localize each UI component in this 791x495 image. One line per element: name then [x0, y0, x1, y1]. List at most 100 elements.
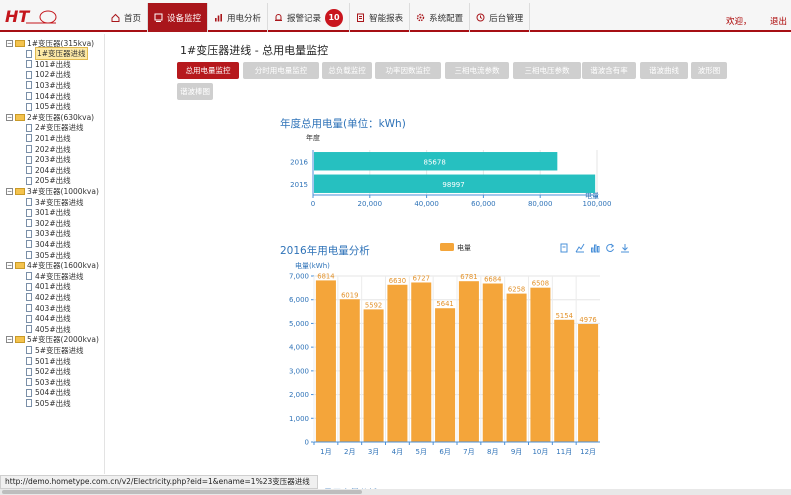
x-tick-label: 8月 [487, 448, 498, 456]
tree-leaf[interactable]: 402#出线 [26, 292, 71, 302]
y-tick-label: 0 [305, 439, 309, 447]
document-icon [26, 81, 32, 90]
tree-leaf[interactable]: 2#变压器进线 [26, 123, 84, 133]
tree-leaf[interactable]: 203#出线 [26, 155, 71, 165]
tree-node-label: 305#出线 [35, 250, 71, 260]
gear-icon [416, 13, 425, 22]
tree-leaf[interactable]: 303#出线 [26, 229, 71, 239]
tree-leaf[interactable]: 305#出线 [26, 250, 71, 260]
bar-11月[interactable] [554, 319, 575, 442]
line-chart-icon[interactable] [575, 243, 585, 253]
tree-leaf[interactable]: 503#出线 [26, 377, 71, 387]
tree-leaf[interactable]: 3#变压器进线 [26, 197, 84, 207]
admin-icon [476, 13, 485, 22]
bar-5月[interactable] [411, 282, 432, 442]
nav-item-1[interactable]: 设备监控 [148, 3, 209, 32]
bar-12月[interactable] [578, 323, 599, 442]
scrollbar-thumb[interactable] [2, 490, 362, 494]
collapse-toggle-icon[interactable]: − [6, 187, 13, 195]
tree-group[interactable]: − 4#变压器(1600kva) [6, 261, 99, 271]
nav-item-5[interactable]: 系统配置 [410, 3, 471, 32]
tree-group[interactable]: − 3#变压器(1000kva) [6, 186, 99, 196]
x-tick-label: 20,000 [358, 200, 383, 208]
y-axis-title: 电量(kWh) [295, 261, 330, 270]
logout-link[interactable]: 退出 [770, 15, 787, 27]
document-icon [26, 325, 32, 334]
collapse-toggle-icon[interactable]: − [6, 39, 13, 47]
x-tick-label: 9月 [511, 448, 522, 456]
collapse-toggle-icon[interactable]: − [6, 113, 13, 121]
tree-leaf[interactable]: 403#出线 [26, 303, 71, 313]
tree-group[interactable]: − 5#变压器(2000kva) [6, 335, 99, 345]
tab-7[interactable]: 谐波曲线 [640, 62, 688, 79]
tree-leaf[interactable]: 201#出线 [26, 133, 71, 143]
tree-leaf[interactable]: 204#出线 [26, 165, 71, 175]
tree-leaf[interactable]: 202#出线 [26, 144, 71, 154]
bar-3月[interactable] [363, 309, 384, 442]
tree-leaf[interactable]: 404#出线 [26, 314, 71, 324]
tree-group[interactable]: − 2#变压器(630kva) [6, 112, 94, 122]
tree-node-label: 104#出线 [35, 91, 71, 101]
tree-node-label: 5#变压器(2000kva) [27, 335, 99, 345]
document-icon [26, 293, 32, 302]
collapse-toggle-icon[interactable]: − [6, 262, 13, 270]
bar-1月[interactable] [315, 280, 336, 442]
nav-item-3[interactable]: 报警记录 10 [268, 3, 351, 32]
tree-node-label: 3#变压器进线 [35, 197, 84, 207]
nav-item-6[interactable]: 后台管理 [470, 3, 531, 32]
tree-leaf[interactable]: 205#出线 [26, 176, 71, 186]
restore-icon[interactable] [606, 243, 615, 253]
tree-leaf[interactable]: 101#出线 [26, 59, 71, 69]
bar-value-label: 4976 [579, 316, 596, 324]
tab-2[interactable]: 总负载监控 [322, 62, 372, 79]
tree-leaf[interactable]: 4#变压器进线 [26, 271, 84, 281]
tab-8[interactable]: 波形图 [691, 62, 727, 79]
tree-leaf[interactable]: 405#出线 [26, 324, 71, 334]
save-icon[interactable] [621, 244, 629, 253]
bar-2月[interactable] [339, 299, 360, 442]
nav-item-label: 用电分析 [227, 13, 262, 24]
document-icon [26, 92, 32, 100]
nav-item-2[interactable]: 用电分析 [208, 3, 269, 32]
tree-leaf[interactable]: 501#出线 [26, 356, 71, 366]
tree-leaf[interactable]: 301#出线 [26, 208, 71, 218]
horizontal-scrollbar[interactable] [0, 489, 791, 495]
nav-item-label: 设备监控 [167, 13, 202, 24]
bar-8月[interactable] [482, 283, 503, 442]
tree-leaf[interactable]: 505#出线 [26, 398, 71, 408]
tab-3[interactable]: 功率因数监控 [375, 62, 441, 79]
tab-9[interactable]: 谐波棒图 [177, 83, 213, 100]
tab-5[interactable]: 三相电压参数 [513, 62, 581, 79]
bar-chart-icon[interactable] [591, 244, 600, 253]
tree-leaf[interactable]: 102#出线 [26, 70, 71, 80]
nav-item-0[interactable]: 首页 [105, 3, 149, 32]
y-tick-label: 2015 [290, 181, 308, 189]
bar-10月[interactable] [530, 287, 551, 442]
tab-1[interactable]: 分时用电量监控 [243, 62, 319, 79]
bar-value-label: 6684 [484, 275, 501, 283]
bar-9月[interactable] [506, 293, 527, 442]
tree-leaf[interactable]: 304#出线 [26, 239, 71, 249]
tree-leaf[interactable]: 104#出线 [26, 91, 71, 101]
legend-swatch[interactable] [440, 243, 454, 251]
bar-7月[interactable] [458, 281, 479, 442]
tree-leaf[interactable]: 302#出线 [26, 218, 71, 228]
tree-leaf[interactable]: 502#出线 [26, 367, 71, 377]
collapse-toggle-icon[interactable]: − [6, 336, 13, 344]
tree-leaf[interactable]: 5#变压器进线 [26, 345, 84, 355]
tree-leaf[interactable]: 1#变压器进线 [26, 47, 88, 61]
bar-value-label: 6814 [317, 272, 334, 280]
bar-4月[interactable] [387, 284, 408, 442]
tab-6[interactable]: 谐波含有率 [582, 62, 636, 79]
tree-leaf[interactable]: 103#出线 [26, 80, 71, 90]
bar-6月[interactable] [435, 308, 456, 442]
tree-leaf[interactable]: 105#出线 [26, 102, 71, 112]
home-icon [111, 13, 120, 22]
nav-item-4[interactable]: 智能报表 [350, 3, 411, 32]
tree-leaf[interactable]: 401#出线 [26, 282, 71, 292]
data-view-icon[interactable] [560, 243, 568, 253]
tab-0[interactable]: 总用电量监控 [177, 62, 239, 79]
tree-leaf[interactable]: 504#出线 [26, 388, 71, 398]
tab-4[interactable]: 三相电流参数 [445, 62, 509, 79]
document-icon [26, 49, 32, 58]
